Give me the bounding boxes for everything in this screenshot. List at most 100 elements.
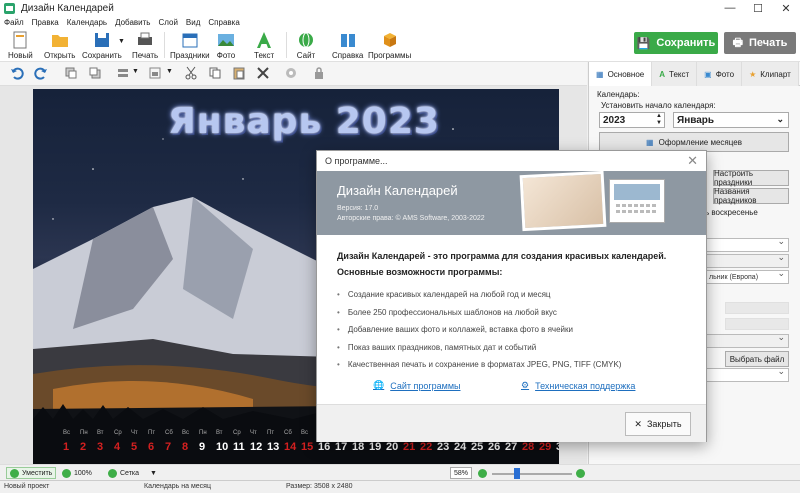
print-main-button[interactable]: 🖶 Печать <box>724 32 796 54</box>
weekday-label: Чт <box>250 430 257 436</box>
delete-icon[interactable] <box>256 66 270 80</box>
properties-icon[interactable] <box>284 66 298 80</box>
cut-icon[interactable] <box>184 66 198 80</box>
weekday-label: Вт <box>97 430 104 436</box>
tab-main[interactable]: ▦ Основное <box>589 62 653 86</box>
site-link[interactable]: 🌐 Сайт программы <box>373 380 461 391</box>
new-button[interactable]: Новый <box>8 28 33 62</box>
select-1[interactable] <box>705 236 789 252</box>
help-button[interactable]: Справка <box>332 28 363 62</box>
year-spin-icon[interactable]: ▲ ▼ <box>656 113 662 127</box>
close-icon[interactable]: ✕ <box>687 153 698 169</box>
calendar-day: 22 <box>420 441 433 453</box>
weekday-label: Сб <box>284 430 292 436</box>
align-dropdown-icon[interactable]: ▼ <box>132 68 139 75</box>
weekday-label: Чт <box>131 430 138 436</box>
calendar-day: 15 <box>301 441 314 453</box>
weekday-label: Сб <box>165 430 173 436</box>
image-icon <box>218 34 234 46</box>
calendar-day: 21 <box>403 441 416 453</box>
calendar-title[interactable]: Январь 2023 <box>168 101 440 142</box>
photo-button[interactable]: Фото <box>216 28 236 62</box>
text-button[interactable]: Текст <box>254 28 274 62</box>
features-list: Создание красивых календарей на любой го… <box>337 286 622 374</box>
copy-icon[interactable] <box>208 66 222 80</box>
month-select[interactable]: Январь ⌄ <box>673 112 789 128</box>
holidays-button[interactable]: Праздники <box>170 28 210 62</box>
print-toolbar-button[interactable]: Печать <box>132 28 158 62</box>
calendar-day: 6 <box>148 441 155 453</box>
floppy-icon <box>94 33 109 47</box>
bring-front-icon[interactable] <box>64 66 78 80</box>
close-icon[interactable]: ✕ <box>772 0 800 16</box>
calendar-day: 25 <box>471 441 484 453</box>
save-main-button[interactable]: 💾 Сохранить <box>634 32 718 54</box>
folder-icon <box>51 35 68 47</box>
menu-file[interactable]: Файл <box>4 18 24 27</box>
open-button[interactable]: Открыть <box>44 28 75 62</box>
zoom-out-icon[interactable] <box>478 469 487 478</box>
maximize-icon[interactable]: ☐ <box>744 0 772 16</box>
weekday-label: Пт <box>267 430 275 436</box>
zoom-slider-thumb[interactable] <box>514 468 520 479</box>
menu-help[interactable]: Справка <box>208 18 239 27</box>
paste-icon[interactable] <box>232 66 246 80</box>
site-button[interactable]: Сайт <box>296 28 316 62</box>
status-bar: Новый проект Календарь на месяц Размер: … <box>0 480 800 493</box>
calendar-day: 11 <box>233 441 245 453</box>
apps-icon <box>383 33 396 47</box>
weekday-label: Ср <box>233 430 241 436</box>
calendar-day: 19 <box>369 441 382 453</box>
grid-button[interactable]: Сетка <box>108 467 139 479</box>
lock-icon[interactable] <box>312 66 326 80</box>
months-design-button[interactable]: ▦ Оформление месяцев <box>599 132 789 152</box>
zoom-level[interactable]: 58% <box>450 467 472 479</box>
distribute-icon[interactable] <box>148 66 162 80</box>
zoom-100-button[interactable]: 100% <box>62 467 92 479</box>
select-2[interactable] <box>705 252 789 268</box>
dialog-title: О программе... <box>325 156 388 166</box>
list-item: Качественная печать и сохранение в форма… <box>337 356 622 374</box>
redo-icon[interactable] <box>34 66 48 80</box>
programs-button[interactable]: Программы <box>368 28 411 62</box>
calendar-day: 23 <box>437 441 450 453</box>
features-title: Основные возможности программы: <box>337 267 503 277</box>
select-4[interactable] <box>705 366 789 382</box>
send-back-icon[interactable] <box>88 66 102 80</box>
tab-photo[interactable]: ▣ Фото <box>697 62 743 86</box>
save-dropdown-icon[interactable]: ▼ <box>118 38 125 45</box>
save-toolbar-button[interactable]: Сохранить <box>82 28 122 62</box>
zoom-in-icon[interactable] <box>576 469 585 478</box>
support-link[interactable]: ⚙ Техническая поддержка <box>521 380 635 391</box>
menu-add[interactable]: Добавить <box>115 18 150 27</box>
align-icon[interactable] <box>116 66 130 80</box>
start-label: Установить начало календаря: <box>601 101 716 110</box>
select-3[interactable] <box>705 332 789 348</box>
menu-edit[interactable]: Правка <box>32 18 59 27</box>
zoom-slider[interactable] <box>492 473 572 475</box>
dialog-close-button[interactable]: ✕ Закрыть <box>625 412 691 436</box>
sunday-option-label: ь воскресенье <box>705 208 758 217</box>
tab-text[interactable]: A Текст <box>652 62 698 86</box>
menu-view[interactable]: Вид <box>186 18 200 27</box>
menu-layer[interactable]: Слой <box>158 18 177 27</box>
dialog-footer: ✕ Закрыть <box>317 404 706 442</box>
menu-calendar[interactable]: Календарь <box>67 18 107 27</box>
dialog-titlebar: О программе... ✕ <box>317 151 706 171</box>
weekday-label: Ср <box>114 430 122 436</box>
year-input[interactable]: 2023 ▲ ▼ <box>599 112 665 128</box>
calendar-day: 2 <box>80 441 87 453</box>
grid-dropdown-icon[interactable]: ▼ <box>150 467 157 479</box>
tab-clipart[interactable]: ★ Клипарт <box>742 62 799 86</box>
choose-file-button[interactable]: Выбрать файл <box>725 351 789 367</box>
undo-icon[interactable] <box>10 66 24 80</box>
fit-button[interactable]: Уместить <box>6 467 57 479</box>
holiday-names-button[interactable]: Названия праздников <box>713 187 789 205</box>
window-controls: — ☐ ✕ <box>716 0 800 16</box>
setup-holidays-button[interactable]: Настроить праздники <box>713 169 789 187</box>
distribute-dropdown-icon[interactable]: ▼ <box>166 68 173 75</box>
title-bar: Дизайн Календарей — ☐ ✕ <box>0 0 800 16</box>
minimize-icon[interactable]: — <box>716 0 744 16</box>
week-start-select[interactable]: льник (Европа) <box>705 268 789 284</box>
calendar-day: 8 <box>182 441 189 453</box>
